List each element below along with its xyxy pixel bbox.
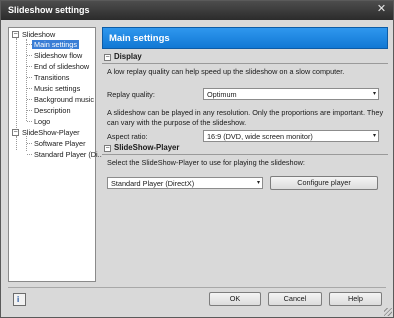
tree-connector [27,55,32,56]
section-divider [102,63,388,64]
tree-item-label: Description [34,106,71,115]
tree-connector [26,39,27,121]
tree-item-label: End of slideshow [34,62,90,71]
tree-item-label: SlideShow-Player [22,128,80,137]
replay-quality-label: Replay quality: [107,90,155,99]
settings-tree: − Slideshow Main settings Slideshow flow… [8,27,104,282]
section-divider [102,154,388,155]
resize-grip-icon[interactable] [384,308,392,316]
tree-connector [16,38,17,136]
help-button[interactable]: Help [329,292,382,306]
tree-item-label: Software Player [34,139,86,148]
tree-item-slideshow-player[interactable]: SlideShow-Player [22,127,80,138]
tree-connector [27,66,32,67]
aspect-ratio-select[interactable]: 16:9 (DVD, wide screen monitor) ▾ [203,130,379,142]
tree-item-label: Slideshow [22,30,56,39]
tree-item-label: Transitions [34,73,70,82]
tree-item-label: Music settings [34,84,81,93]
cancel-button[interactable]: Cancel [268,292,322,306]
panel-title: Main settings [102,27,388,49]
tree-connector [27,121,32,122]
tree-item-label: Logo [34,117,51,126]
replay-quality-value: Optimum [207,90,237,99]
chevron-down-icon: ▾ [372,91,376,97]
tree-item-label: Background music [34,95,95,104]
tree-item-label: Main settings [32,40,79,49]
replay-quality-select[interactable]: Optimum ▾ [203,88,379,100]
tree-connector [27,143,32,144]
ok-button[interactable]: OK [209,292,261,306]
chevron-down-icon: ▾ [372,133,376,139]
tree-item-software-player[interactable]: Software Player [34,138,86,149]
collapse-icon[interactable]: − [12,129,19,136]
info-icon[interactable]: i [13,293,26,306]
player-select[interactable]: Standard Player (DirectX) ▾ [107,177,263,189]
tree-connector [27,77,32,78]
tree-item-label: Standard Player (Di... [34,150,104,159]
section-slideshow-player[interactable]: − SlideShow-Player [102,143,388,155]
tree-connector [27,110,32,111]
footer-divider [8,287,386,288]
tree-item-logo[interactable]: Logo [34,116,50,127]
collapse-icon[interactable]: − [104,54,111,61]
tree-item-background-music[interactable]: Background music [34,94,94,105]
tree-item-music-settings[interactable]: Music settings [34,83,80,94]
tree-item-end-of-slideshow[interactable]: End of slideshow [34,61,89,72]
tree-item-slideshow-flow[interactable]: Slideshow flow [34,50,82,61]
info-icon-glyph: i [17,295,20,304]
aspect-ratio-value: 16:9 (DVD, wide screen monitor) [207,132,313,141]
tree-item-standard-player[interactable]: Standard Player (Di... [34,149,104,160]
tree-connector [27,88,32,89]
section-label: SlideShow-Player [114,143,180,152]
close-icon[interactable]: ✕ [375,3,388,16]
tree-connector [27,154,32,155]
chevron-down-icon: ▾ [256,180,260,186]
tree-item-main-settings[interactable]: Main settings [32,39,79,50]
section-display[interactable]: − Display [102,52,388,64]
tree-connector [27,99,32,100]
window-title: Slideshow settings [8,5,90,15]
section-label: Display [114,52,142,61]
collapse-icon[interactable]: − [12,31,19,38]
aspect-ratio-hint: A slideshow can be played in any resolut… [107,108,384,117]
settings-panel: Main settings − Display A low replay qua… [102,27,388,282]
tree-connector [16,136,17,150]
player-value: Standard Player (DirectX) [111,179,195,188]
tree-item-transitions[interactable]: Transitions [34,72,69,83]
collapse-icon[interactable]: − [104,145,111,152]
tree-item-description[interactable]: Description [34,105,71,116]
aspect-ratio-hint-2: can vary with the purpose of the slidesh… [107,118,247,127]
aspect-ratio-label: Aspect ratio: [107,132,148,141]
player-hint: Select the SlideShow-Player to use for p… [107,158,305,167]
title-bar[interactable]: Slideshow settings ✕ [1,1,393,20]
replay-quality-hint: A low replay quality can help speed up t… [107,67,345,76]
tree-item-label: Slideshow flow [34,51,83,60]
settings-dialog: Slideshow settings ✕ − Slideshow Main se… [0,0,394,318]
configure-player-button[interactable]: Configure player [270,176,378,190]
